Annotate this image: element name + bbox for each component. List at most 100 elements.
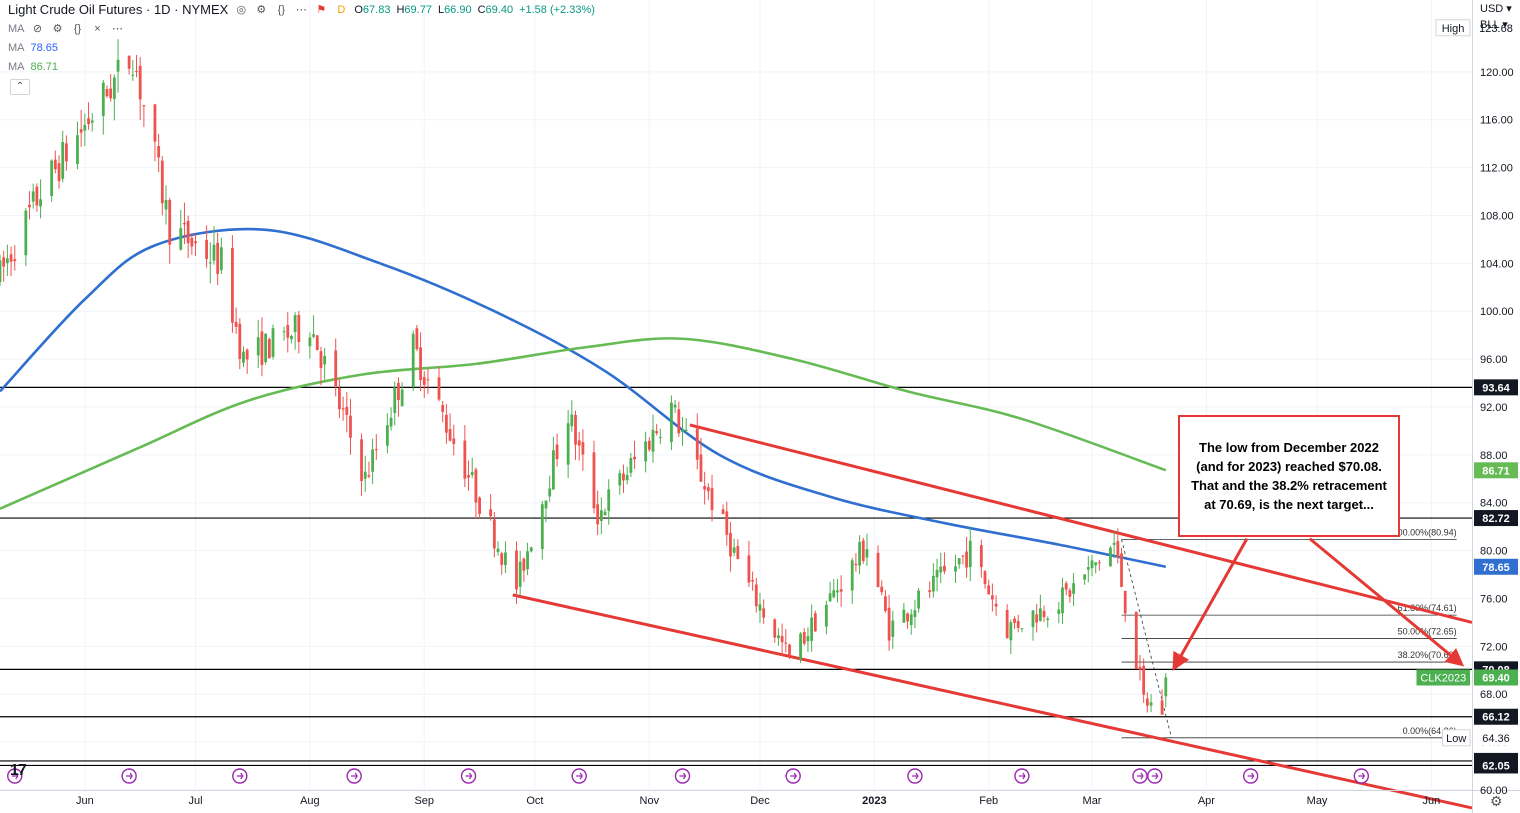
source-code-icon[interactable]: {} (71, 22, 85, 36)
candle (518, 550, 522, 596)
price-badge-value: 62.05 (1482, 760, 1510, 772)
candle (374, 434, 378, 460)
currency-selector[interactable]: USD ▾ (1480, 2, 1512, 15)
candle-body (374, 449, 378, 451)
candle (931, 563, 935, 598)
candle (1013, 616, 1016, 629)
candle-body (758, 604, 762, 611)
legend-ma-1[interactable]: MA ⊘ ⚙ {} × ⋯ (8, 22, 125, 36)
candle (673, 399, 677, 413)
candle-body (736, 546, 740, 560)
candle (1120, 547, 1123, 588)
candle-body (836, 590, 839, 593)
collapse-legend-button[interactable]: ⌃ (10, 79, 30, 95)
price-badge: 78.65 (1474, 558, 1518, 575)
candle (887, 594, 891, 651)
event-marker-icon[interactable] (121, 768, 137, 784)
candle (987, 579, 991, 595)
ma-blue-label: MA (8, 42, 25, 54)
candle-body (954, 566, 957, 572)
candle-body (1086, 567, 1090, 570)
candle (341, 396, 345, 421)
event-marker-icon[interactable] (785, 768, 801, 784)
settings-icon[interactable]: ⚙ (254, 3, 268, 17)
event-markers[interactable] (7, 768, 1370, 784)
candle-body (570, 414, 574, 427)
candle-body (1112, 542, 1116, 545)
y-tick-label: 100.00 (1480, 306, 1514, 318)
event-marker-icon[interactable] (346, 768, 362, 784)
candle-body (810, 617, 814, 641)
source-code-icon[interactable]: {} (274, 3, 288, 17)
price-badge: 86.71 (1474, 462, 1518, 479)
gear-icon[interactable]: ⚙ (1490, 793, 1503, 810)
event-marker-icon[interactable] (907, 768, 923, 784)
candle-body (917, 590, 921, 609)
fib-retracement[interactable]: 100.00%(80.94)61.80%(74.61)50.00%(72.65)… (1121, 527, 1457, 739)
candle-body (596, 504, 600, 525)
candle-body (205, 240, 208, 260)
event-marker-icon[interactable] (1242, 768, 1259, 784)
candles (0, 39, 1168, 715)
legend-ma-blue[interactable]: MA 78.65 (8, 42, 58, 54)
candle-body (297, 314, 301, 342)
event-marker-icon[interactable] (1353, 768, 1370, 784)
candle-body (61, 141, 65, 179)
eye-off-icon[interactable]: ◎ (234, 3, 248, 17)
event-marker-icon[interactable] (1147, 768, 1163, 784)
symbol-title[interactable]: Light Crude Oil Futures · 1D · NYMEX (8, 2, 228, 17)
event-marker-icon[interactable] (1132, 768, 1148, 784)
candle-body (1097, 562, 1101, 564)
candle (315, 335, 319, 351)
candle-body (489, 509, 493, 517)
tradingview-logo[interactable]: 17 (10, 762, 27, 780)
candle (24, 208, 28, 266)
annotation-callout[interactable]: The low from December 2022 (and for 2023… (1178, 415, 1400, 537)
candle-body (238, 323, 242, 360)
close-icon[interactable]: × (91, 22, 105, 36)
candle-body (555, 444, 559, 460)
candle-body (551, 450, 555, 490)
candle (168, 197, 172, 264)
y-tick-label: 76.00 (1480, 593, 1508, 605)
last-candle (1164, 673, 1168, 708)
candle (906, 612, 909, 629)
candle (1145, 692, 1149, 713)
candle (754, 577, 758, 613)
candle (478, 496, 481, 519)
event-marker-icon[interactable] (571, 768, 587, 784)
dividend-badge[interactable]: D (334, 3, 348, 17)
candle-body (1016, 620, 1020, 628)
flag-icon[interactable]: ⚑ (314, 3, 328, 17)
candle (338, 379, 341, 418)
candle (603, 508, 607, 516)
candle-body (1094, 562, 1098, 566)
event-marker-icon[interactable] (1014, 768, 1030, 784)
event-marker-icon[interactable] (460, 768, 477, 784)
candle-body (732, 547, 736, 553)
candle (470, 457, 474, 479)
candle-body (53, 159, 57, 170)
candle (703, 471, 707, 505)
legend-ma-green[interactable]: MA 86.71 (8, 61, 58, 73)
candle-body (1038, 608, 1042, 621)
event-marker-icon[interactable] (232, 768, 248, 784)
candle-body (544, 500, 548, 509)
eye-off-icon[interactable]: ⊘ (31, 22, 45, 36)
candle (1031, 609, 1035, 641)
candle (264, 333, 268, 365)
more-icon[interactable]: ⋯ (111, 22, 125, 36)
event-marker-icon[interactable] (674, 768, 691, 784)
candle-body (909, 614, 913, 626)
candle (83, 113, 87, 147)
chart[interactable]: 100.00%(80.94)61.80%(74.61)50.00%(72.65)… (0, 0, 1520, 813)
candle (647, 437, 651, 452)
unit-selector[interactable]: BLL ▾ (1480, 18, 1508, 31)
candle (570, 400, 574, 432)
candle (954, 554, 957, 584)
candle (736, 539, 740, 560)
candle-body (599, 510, 603, 521)
candle (935, 558, 939, 592)
settings-icon[interactable]: ⚙ (51, 22, 65, 36)
more-icon[interactable]: ⋯ (294, 3, 308, 17)
